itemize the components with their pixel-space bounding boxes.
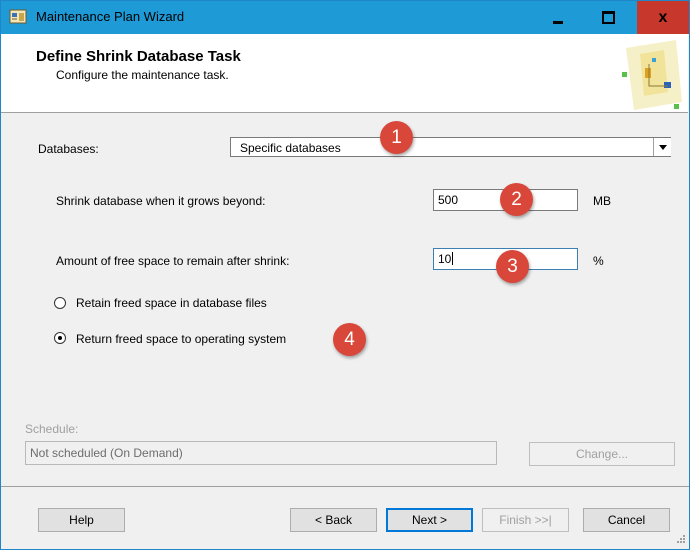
shrink-unit: MB [593, 194, 611, 208]
cancel-button[interactable]: Cancel [583, 508, 670, 532]
maximize-button[interactable] [586, 1, 630, 34]
radio-retain-label: Retain freed space in database files [76, 296, 267, 310]
close-button[interactable]: x [637, 1, 689, 34]
radio-retain-freed-space[interactable] [54, 297, 66, 309]
schedule-label: Schedule: [25, 422, 79, 436]
shrink-label: Shrink database when it grows beyond: [56, 194, 266, 208]
databases-label: Databases: [38, 142, 99, 156]
maximize-icon [601, 11, 615, 24]
next-button[interactable]: Next > [386, 508, 473, 532]
footer-divider [1, 486, 689, 487]
change-schedule-button[interactable]: Change... [529, 442, 675, 466]
dropdown-arrow-icon[interactable] [653, 138, 671, 156]
annotation-badge-4: 4 [333, 323, 366, 356]
free-space-label: Amount of free space to remain after shr… [56, 254, 290, 268]
radio-selected-dot [58, 336, 62, 340]
page-subtitle: Configure the maintenance task. [56, 68, 229, 82]
help-button[interactable]: Help [38, 508, 125, 532]
annotation-badge-1: 1 [380, 121, 413, 154]
schedule-value: Not scheduled (On Demand) [30, 446, 183, 460]
annotation-badge-3: 3 [496, 250, 529, 283]
minimize-icon [553, 21, 563, 24]
maintenance-plan-icon [9, 9, 27, 24]
close-icon: x [658, 8, 668, 26]
annotation-badge-2: 2 [500, 183, 533, 216]
wizard-graphic-icon [622, 40, 682, 110]
radio-return-freed-space[interactable] [54, 332, 66, 344]
page-title: Define Shrink Database Task [36, 48, 241, 65]
back-button[interactable]: < Back [290, 508, 377, 532]
radio-return-label: Return freed space to operating system [76, 332, 287, 346]
databases-select-value: Specific databases [240, 141, 341, 155]
window-title: Maintenance Plan Wizard [36, 9, 185, 24]
resize-grip-icon[interactable] [676, 534, 686, 544]
minimize-button[interactable] [536, 1, 580, 34]
free-space-unit: % [593, 254, 604, 268]
finish-button[interactable]: Finish >>| [482, 508, 569, 532]
